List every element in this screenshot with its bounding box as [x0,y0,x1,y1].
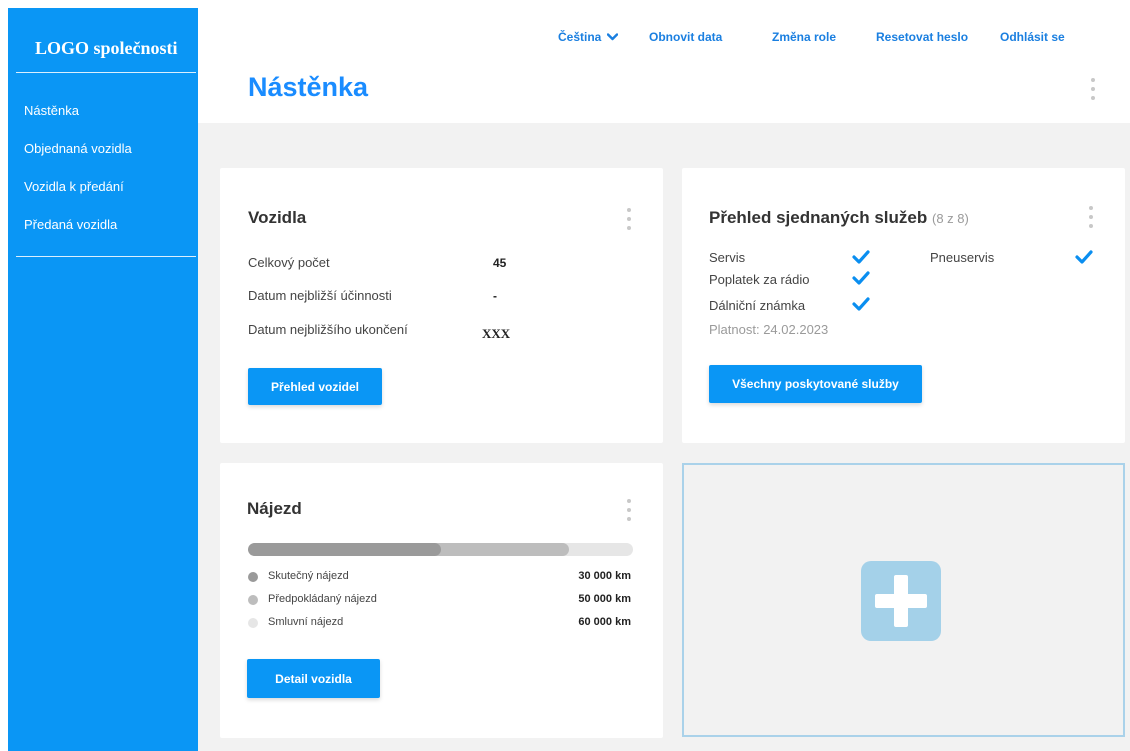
legend-actual-label: Skutečný nájezd [268,570,349,582]
vehicles-card-title: Vozidla [248,208,307,227]
sidebar-item-handed-over-vehicles[interactable]: Předaná vozidla [24,210,132,248]
total-count-label: Celkový počet [248,255,330,270]
legend-contract-label: Smluvní nájezd [268,616,344,628]
mileage-card-menu-icon[interactable] [626,499,632,521]
checkmark-icon [852,297,870,311]
vehicles-card: Vozidla Celkový počet 45 Datum nejbližší… [220,168,663,443]
sidebar-item-vehicles-to-handover[interactable]: Vozidla k předání [24,172,132,210]
language-select[interactable]: Čeština [558,30,619,44]
total-count-value: 45 [493,256,507,270]
services-card-title: Přehled sjednaných služeb (8 z 8) [709,208,969,228]
service-item-label: Pneuservis [930,250,995,265]
services-card-title-text: Přehled sjednaných služeb [709,208,928,227]
page-menu-icon[interactable] [1090,78,1096,100]
sidebar-divider [16,256,196,257]
legend-actual-value: 30 000 km [578,570,631,582]
sidebar: LOGO společnosti Nástěnka Objednaná vozi… [8,8,198,751]
nearest-effective-date-label: Datum nejbližší účinnosti [248,288,392,303]
chevron-down-icon [607,33,619,41]
actual-mileage-bar [248,543,441,556]
sidebar-item-ordered-vehicles[interactable]: Objednaná vozidla [24,134,132,172]
legend-dot [248,572,258,582]
refresh-data-link[interactable]: Obnovit data [649,30,722,44]
legend-expected-value: 50 000 km [578,593,631,605]
legend-dot [248,595,258,605]
logout-link[interactable]: Odhlásit se [1000,30,1065,44]
services-count: (8 z 8) [931,211,969,226]
vehicles-card-menu-icon[interactable] [626,208,632,230]
legend-contract-value: 60 000 km [578,616,631,628]
plus-icon[interactable] [861,561,941,641]
checkmark-icon [852,250,870,264]
sidebar-nav: Nástěnka Objednaná vozidla Vozidla k pře… [24,96,132,248]
sidebar-item-dashboard[interactable]: Nástěnka [24,96,132,134]
vehicle-detail-button[interactable]: Detail vozidla [247,659,380,698]
checkmark-icon [852,271,870,285]
service-item-label: Dálniční známka [709,298,806,313]
services-card-menu-icon[interactable] [1088,206,1094,228]
reset-password-link[interactable]: Resetovat heslo [876,30,968,44]
service-item-label: Servis [709,250,746,265]
legend-dot [248,618,258,628]
page-title: Nástěnka [248,72,369,102]
legend-expected-label: Předpokládaný nájezd [268,593,377,605]
company-logo: LOGO společnosti [35,38,178,58]
all-services-button[interactable]: Všechny poskytované služby [709,365,922,403]
checkmark-icon [1075,250,1093,264]
nearest-effective-date-value: - [493,289,497,303]
change-role-link[interactable]: Změna role [772,30,836,44]
add-widget-tile[interactable] [682,463,1125,737]
service-item-label: Poplatek za rádio [709,272,810,287]
validity-text: Platnost: 24.02.2023 [709,322,829,337]
services-card: Přehled sjednaných služeb (8 z 8) Servis… [682,168,1125,443]
vehicles-overview-button[interactable]: Přehled vozidel [248,368,382,405]
nearest-end-date-value: XXX [482,326,511,341]
sidebar-divider [16,72,196,73]
nearest-end-date-label: Datum nejbližšího ukončení [248,322,408,337]
mileage-progress-track [248,543,633,556]
mileage-card: Nájezd Skutečný nájezd 30 000 km Předpok… [220,463,663,738]
language-label: Čeština [558,30,602,44]
mileage-card-title: Nájezd [247,499,302,518]
